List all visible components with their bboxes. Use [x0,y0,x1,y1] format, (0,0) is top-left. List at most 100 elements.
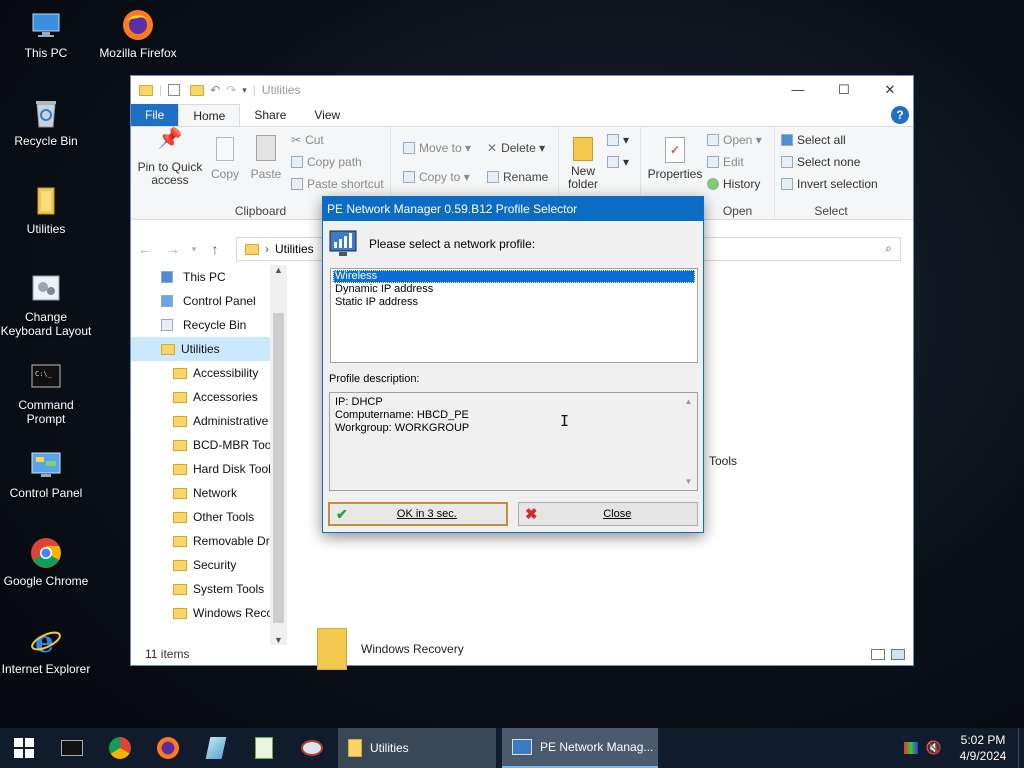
description-scrollbar[interactable]: ▲ ▼ [680,393,697,490]
ok-button[interactable]: ✔ OK in 3 sec. [328,502,508,526]
nav-item-this-pc[interactable]: This PC [131,265,286,289]
nav-item-administrative[interactable]: Administrative [131,409,286,433]
clock[interactable]: 5:02 PM 4/9/2024 [948,732,1018,764]
scrollbar-thumb[interactable] [273,313,284,623]
desktop-icon-keyboard-layout[interactable]: Change Keyboard Layout [0,272,92,338]
open-button[interactable]: Open ▾ [707,133,762,147]
properties-button[interactable]: ✓ Properties [647,133,703,181]
invert-selection-button[interactable]: Invert selection [781,177,878,191]
copy-button[interactable]: Copy [207,133,243,181]
taskbar-app-4[interactable] [192,728,240,768]
search-input[interactable]: ⌕ [701,237,901,261]
maximize-button[interactable]: ☐ [821,76,867,104]
rename-button[interactable]: Rename [487,170,548,184]
checkmark-icon: ✔ [336,505,348,522]
easy-access-icon[interactable]: ▾ [607,155,629,169]
tab-home[interactable]: Home [178,104,241,126]
nav-item-network[interactable]: Network [131,481,286,505]
nav-pane-scrollbar[interactable]: ▲ ▼ [270,265,287,645]
large-icons-view-icon[interactable] [891,649,905,660]
scroll-up-icon[interactable]: ▲ [680,395,697,408]
desktop-icon-firefox[interactable]: Mozilla Firefox [92,8,184,60]
nav-item-bcd-mbr-tool[interactable]: BCD-MBR Tool [131,433,286,457]
nav-item-windows-recovery[interactable]: Windows Reco [131,601,286,625]
history-button[interactable]: History [707,177,760,191]
recent-locations-icon[interactable]: ▾ [187,244,201,255]
taskbar-command-prompt[interactable] [48,728,96,768]
nav-item-control-panel[interactable]: Control Panel [131,289,286,313]
qat-dropdown-icon[interactable]: ▾ [242,85,247,96]
move-to-button[interactable]: Move to ▾ [403,141,471,155]
invert-selection-icon [781,178,793,190]
nav-item-hard-disk-tools[interactable]: Hard Disk Tools [131,457,286,481]
taskbar-app-5[interactable] [240,728,288,768]
properties-qat-icon[interactable] [168,84,181,96]
paste-button[interactable]: Paste [247,133,285,181]
file-item-tools[interactable]: Tools [709,454,737,468]
nav-item-security[interactable]: Security [131,553,286,577]
forward-icon[interactable]: → [159,241,187,257]
nav-item-accessibility[interactable]: Accessibility [131,361,286,385]
profile-item-static-ip[interactable]: Static IP address [333,296,695,309]
undo-icon[interactable]: ↶ [210,83,220,97]
close-button[interactable]: ✖ Close [518,502,698,526]
folder-icon [161,343,175,355]
taskbar-chrome[interactable] [96,728,144,768]
desktop-icon-control-panel[interactable]: Control Panel [0,448,92,500]
redo-icon[interactable]: ↷ [226,83,236,97]
desktop-icon-internet-explorer[interactable]: e Internet Explorer [0,624,92,676]
select-none-button[interactable]: Select none [781,155,860,169]
tab-file[interactable]: File [131,104,179,126]
taskbar-app-utilities[interactable]: Utilities [338,728,496,768]
back-icon[interactable]: ← [131,241,159,257]
edit-button[interactable]: Edit [707,155,744,169]
nav-item-utilities[interactable]: Utilities [131,337,286,361]
desktop-icon-recycle-bin[interactable]: Recycle Bin [0,96,92,148]
taskbar-app-network-manager[interactable]: PE Network Manag... [502,728,658,768]
show-desktop-button[interactable] [1018,728,1024,768]
nav-item-system-tools[interactable]: System Tools [131,577,286,601]
minimize-button[interactable]: — [775,76,821,104]
color-display-icon[interactable] [903,742,918,754]
taskbar-firefox[interactable] [144,728,192,768]
help-icon[interactable]: ? [891,106,909,124]
desktop-icon-utilities[interactable]: Utilities [0,184,92,236]
new-folder-button[interactable]: New folder [565,133,601,191]
profile-selector-dialog: PE Network Manager 0.59.B12 Profile Sele… [322,196,704,533]
nav-item-other-tools[interactable]: Other Tools [131,505,286,529]
select-all-button[interactable]: Select all [781,133,846,147]
copy-path-button[interactable]: Copy path [291,155,362,169]
desktop-icon-command-prompt[interactable]: C:\_ Command Prompt [0,360,92,426]
volume-muted-icon[interactable]: 🔇 [926,740,942,756]
close-window-button[interactable]: ✕ [867,76,913,104]
profile-description[interactable]: IP: DHCP Computername: HBCD_PE Workgroup… [329,392,698,491]
profile-list[interactable]: Wireless Dynamic IP address Static IP ad… [330,268,698,363]
copy-to-button[interactable]: Copy to ▾ [403,170,470,184]
tab-share[interactable]: Share [240,104,300,126]
nav-item-recycle-bin[interactable]: Recycle Bin [131,313,286,337]
nav-item-accessories[interactable]: Accessories [131,385,286,409]
cut-button[interactable]: ✂ Cut [291,133,324,147]
delete-button[interactable]: ✕ Delete ▾ [487,141,545,155]
profile-item-wireless[interactable]: Wireless [333,270,695,283]
profile-item-dynamic-ip[interactable]: Dynamic IP address [333,283,695,296]
breadcrumb[interactable]: Utilities [275,242,314,256]
tab-view[interactable]: View [300,104,354,126]
new-item-icon[interactable]: ▾ [607,133,629,147]
scroll-down-icon[interactable]: ▼ [270,635,287,645]
pin-quick-access-button[interactable]: 📌 Pin to Quick access [137,129,203,187]
start-button[interactable] [0,728,48,768]
status-item-count: 11 items [145,647,190,661]
taskbar-app-6[interactable] [288,728,336,768]
desktop-icon-this-pc[interactable]: This PC [0,8,92,60]
scroll-down-icon[interactable]: ▼ [680,475,697,488]
file-item-windows-recovery[interactable]: Windows Recovery [317,628,464,670]
details-view-icon[interactable] [871,649,885,660]
paste-shortcut-button[interactable]: Paste shortcut [291,177,384,191]
desktop-icon-chrome[interactable]: Google Chrome [0,536,92,588]
new-folder-qat-icon[interactable] [190,84,205,96]
scroll-up-icon[interactable]: ▲ [270,265,287,275]
nav-item-removable-drive[interactable]: Removable Dri [131,529,286,553]
folder-icon [173,439,187,451]
up-icon[interactable]: ↑ [201,241,229,257]
